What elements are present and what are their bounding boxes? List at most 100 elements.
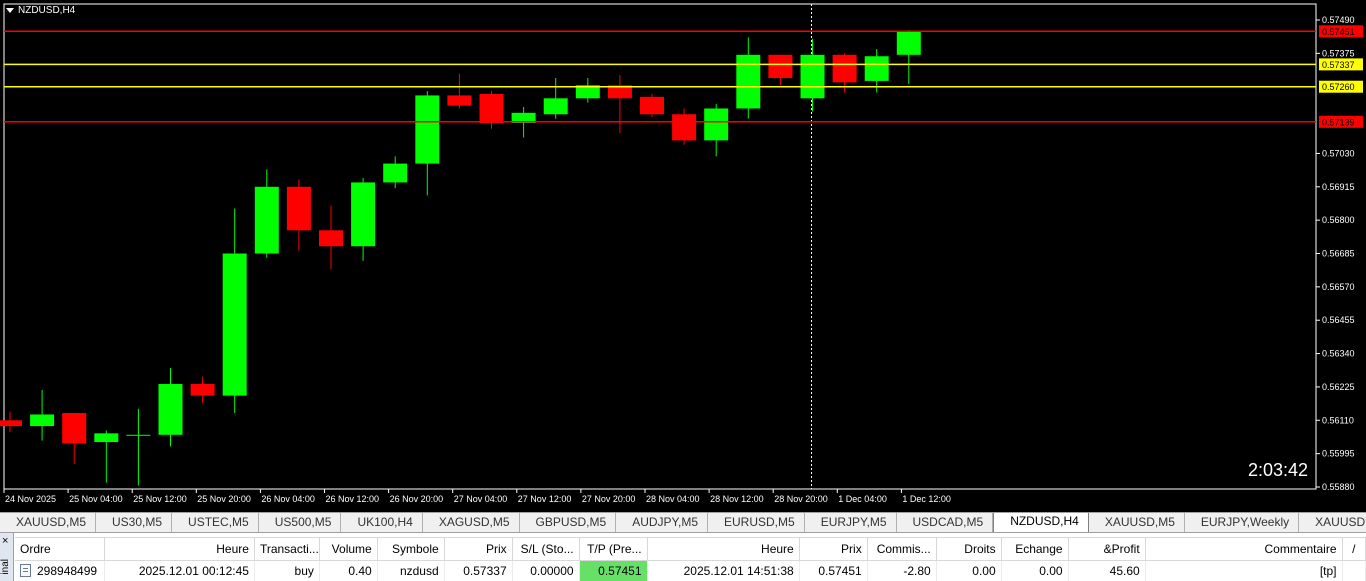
candle-body [800, 54, 825, 99]
column-header[interactable]: Commis... [867, 537, 937, 561]
table-cell: 0.57337 [444, 560, 513, 581]
candle-body [896, 31, 921, 55]
price-tick-label: 0.56800 [1322, 215, 1355, 225]
time-tick-label: 1 Dec 12:00 [902, 494, 951, 504]
chart-tab[interactable]: USDCAD,M5 [897, 513, 994, 532]
column-header[interactable]: Heure [104, 537, 255, 561]
column-header[interactable]: T/P (Pre... [579, 537, 648, 561]
time-tick-label: 27 Nov 04:00 [454, 494, 508, 504]
column-header[interactable]: / [1342, 537, 1366, 561]
time-tick-label: 24 Nov 2025 [5, 494, 56, 504]
candle-body [768, 54, 793, 79]
table-cell: [tp] [1145, 560, 1343, 581]
price-tick-label: 0.57030 [1322, 148, 1355, 158]
candle-body [254, 186, 279, 254]
price-tick-label: 0.57375 [1322, 48, 1355, 58]
chart-tab[interactable]: XAUUSD,H1 [1299, 513, 1366, 532]
chart-tab[interactable]: EURJPY,M5 [805, 513, 897, 532]
price-tick-label: 0.56915 [1322, 182, 1355, 192]
time-tick-label: 26 Nov 04:00 [261, 494, 315, 504]
price-tick-label: 0.56110 [1322, 415, 1354, 425]
price-chart[interactable]: 0.57490 0.57375 0.57030 0.56915 0.56800 0.566… [0, 0, 1366, 512]
chart-tab[interactable]: XAUUSD,M5 [1089, 513, 1185, 532]
dropdown-triangle-icon[interactable] [6, 8, 14, 13]
time-tick-label: 1 Dec 04:00 [838, 494, 887, 504]
candle-body [126, 434, 151, 436]
chart-tab[interactable]: AUDJPY,M5 [616, 513, 708, 532]
candle-body [351, 182, 376, 247]
time-tick-label: 27 Nov 20:00 [582, 494, 636, 504]
order-document-icon [20, 563, 31, 577]
chart-tab[interactable]: GBPUSD,M5 [520, 513, 617, 532]
mt4-window: 0.57490 0.57375 0.57030 0.56915 0.56800 0.566… [0, 0, 1366, 581]
chart-tab[interactable]: US500,M5 [259, 513, 342, 532]
column-header[interactable]: Volume [319, 537, 378, 561]
chart-tab[interactable]: EURJPY,Weekly [1185, 513, 1300, 532]
column-header[interactable]: Symbole [377, 537, 445, 561]
time-tick-label: 26 Nov 20:00 [390, 494, 444, 504]
time-tick-label: 25 Nov 04:00 [69, 494, 123, 504]
chart-tab[interactable]: NZDUSD,H4 [993, 513, 1089, 532]
chart-canvas[interactable]: 0.57490 0.57375 0.57030 0.56915 0.56800 0.566… [0, 0, 1366, 512]
candle-body [0, 420, 22, 427]
table-cell: 0.00000 [512, 560, 580, 581]
price-tick-label: 0.56455 [1322, 315, 1355, 325]
table-cell: nzdusd [377, 560, 445, 581]
level-price-label: 0.57337 [1322, 60, 1355, 70]
candle-body [222, 253, 247, 396]
candle-body [864, 56, 889, 81]
chart-tab[interactable]: US30,M5 [96, 513, 173, 532]
table-cell: 0.57451 [799, 560, 868, 581]
table-cell [1342, 560, 1366, 581]
candle-body [672, 114, 697, 141]
level-price-label: 0.57139 [1322, 117, 1355, 127]
time-tick-label: 25 Nov 12:00 [133, 494, 187, 504]
terminal-side-label: inal [0, 559, 11, 575]
time-tick-label: 25 Nov 20:00 [197, 494, 251, 504]
price-tick-label: 0.56685 [1322, 249, 1355, 259]
candle-body [190, 384, 215, 396]
candle-body [447, 95, 472, 106]
candle-body [543, 98, 568, 115]
time-tick-label: 28 Nov 12:00 [710, 494, 764, 504]
column-header[interactable]: &Profit [1068, 537, 1146, 561]
table-row[interactable]: 298948499 2025.12.01 00:12:45 buy 0.40 nzdus… [15, 560, 1366, 581]
price-tick-label: 0.56225 [1322, 382, 1355, 392]
price-tick-label: 0.56570 [1322, 282, 1355, 292]
candle-body [62, 413, 87, 444]
candle-body [640, 96, 664, 115]
chart-tab[interactable]: USTEC,M5 [172, 513, 259, 532]
terminal-panel: × inal Ordre Heure Transacti... Volume Symbo… [0, 533, 1366, 581]
column-header[interactable]: Transacti... [254, 537, 320, 561]
candle-body [158, 384, 183, 435]
terminal-side-strip: × inal [0, 533, 14, 581]
chart-tab[interactable]: XAGUSD,M5 [423, 513, 520, 532]
time-tick-label: 28 Nov 04:00 [646, 494, 700, 504]
price-tick-label: 0.55995 [1322, 449, 1355, 459]
column-header[interactable]: Heure [647, 537, 800, 561]
column-header[interactable]: Prix [444, 537, 513, 561]
column-header[interactable]: Echange [1001, 537, 1069, 561]
price-tick-label: 0.56340 [1322, 349, 1355, 359]
chart-symbol-title[interactable]: NZDUSD,H4 [6, 5, 75, 16]
candle-countdown-timer: 2:03:42 [1247, 460, 1308, 480]
chart-tab[interactable]: UK100,H4 [341, 513, 423, 532]
order-id: 298948499 [37, 563, 98, 578]
chart-tabs-bar: XAUUSD,M5 US30,M5 USTEC,M5 US500,M5 UK100,H4… [0, 512, 1366, 533]
time-tick-label: 27 Nov 12:00 [518, 494, 572, 504]
chart-tab[interactable]: XAUUSD,M5 [0, 513, 97, 532]
column-header[interactable]: Ordre [15, 537, 105, 561]
column-header[interactable]: Commentaire [1145, 537, 1343, 561]
column-header[interactable]: Prix [799, 537, 868, 561]
chart-tab[interactable]: EURUSD,M5 [708, 513, 805, 532]
table-cell: 0.40 [319, 560, 378, 581]
close-icon[interactable]: × [2, 535, 8, 547]
level-price-label: 0.57451 [1322, 27, 1355, 37]
table-cell: 2025.12.01 00:12:45 [104, 560, 255, 581]
candle-body [383, 163, 408, 183]
chart-title-text: NZDUSD,H4 [18, 5, 76, 16]
column-header[interactable]: S/L (Sto... [512, 537, 580, 561]
candle-body [30, 414, 55, 427]
column-header[interactable]: Droits [936, 537, 1002, 561]
candle-body [286, 186, 311, 231]
